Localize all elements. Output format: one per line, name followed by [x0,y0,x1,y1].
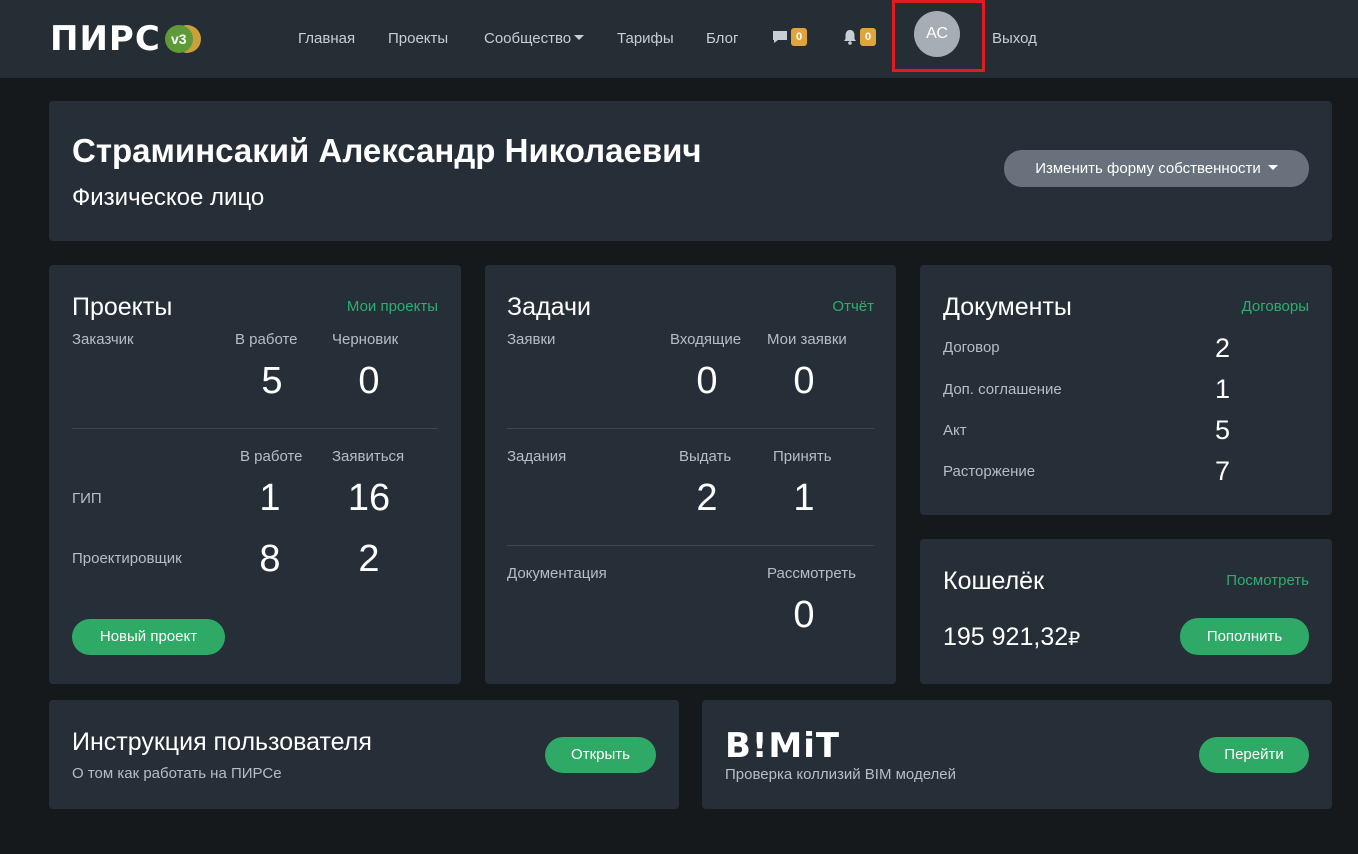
notifications-button[interactable]: 0 [842,28,877,46]
col-review-header: Рассмотреть [767,565,856,582]
nav-logout[interactable]: Выход [992,30,1037,47]
col-in-work-header: В работе [235,331,298,348]
contracts-link[interactable]: Договоры [1242,298,1309,315]
customer-label: Заказчик [72,331,134,348]
pirs-logo[interactable]: ПИРС v3 [50,22,201,56]
doc-row-value: 2 [1215,333,1231,363]
instruction-subtitle: О том как работать на ПИРСе [72,765,282,782]
doc-row-label: Доп. соглашение [943,381,1062,398]
notifications-count-badge: 0 [860,28,877,46]
avatar[interactable]: АС [914,11,960,57]
instruction-title: Инструкция пользователя [72,728,372,756]
top-up-button[interactable]: Пополнить [1180,618,1309,655]
avatar-highlight: АС [892,0,985,72]
divider [507,428,874,429]
doc-row-value: 1 [1215,374,1231,404]
col-incoming-header: Входящие [670,331,742,348]
tasks-title: Задачи [507,293,591,321]
new-project-button[interactable]: Новый проект [72,619,225,655]
open-instruction-button[interactable]: Открыть [545,737,656,773]
projects-title: Проекты [72,293,173,321]
incoming-count: 0 [696,360,718,402]
requests-label: Заявки [507,331,556,348]
gip-apply-count: 16 [347,477,391,519]
doc-row-label: Расторжение [943,463,1036,480]
my-projects-link[interactable]: Мои проекты [347,298,438,315]
ruble-icon: ₽ [1068,629,1081,650]
my-requests-count: 0 [793,360,815,402]
review-count: 0 [793,594,815,636]
documentation-label: Документация [507,565,607,582]
wallet-card: Кошелёк Посмотреть 195 921,32₽ Пополнить [920,539,1332,684]
col2-in-work-header: В работе [240,448,303,465]
logo-text: ПИРС [50,19,161,59]
customer-draft-count: 0 [358,360,380,402]
bimit-logo: B!MiT [725,726,841,766]
bimit-subtitle: Проверка коллизий BIM моделей [725,766,957,783]
top-navbar: ПИРС v3 Главная Проекты Сообщество Тариф… [0,0,1358,78]
logo-version-badge: v3 [164,25,201,53]
wallet-title: Кошелёк [943,567,1045,595]
report-link[interactable]: Отчёт [832,298,874,315]
doc-row-label: Акт [943,422,967,439]
designer-label: Проектировщик [72,550,182,567]
profile-card: Страминсакий Александр Николаевич Физиче… [49,101,1332,241]
nav-community-label: Сообщество [484,30,572,47]
col-issue-header: Выдать [679,448,732,465]
divider [507,545,874,546]
designer-in-work-count: 8 [259,538,281,580]
nav-community[interactable]: Сообщество [484,30,585,47]
col2-apply-header: Заявиться [332,448,405,465]
chevron-down-icon [574,35,585,40]
tasks-card: Задачи Отчёт Заявки Входящие Мои заявки … [485,265,896,684]
documents-card: Документы Договоры Договор 2 Доп. соглаш… [920,265,1332,515]
bell-icon [844,30,856,45]
change-ownership-button[interactable]: Изменить форму собственности [1004,150,1309,187]
go-to-bimit-button[interactable]: Перейти [1199,737,1309,773]
assignments-label: Задания [507,448,567,465]
col-accept-header: Принять [773,448,832,465]
doc-row-value: 5 [1215,415,1231,445]
chevron-down-icon [1267,165,1278,170]
issue-count: 2 [696,477,718,519]
wallet-balance-amount: 195 921,32 [943,623,1069,651]
bimit-card: B!MiT Проверка коллизий BIM моделей Пере… [702,700,1332,809]
col-draft-header: Черновик [332,331,399,348]
view-wallet-link[interactable]: Посмотреть [1226,572,1309,589]
accept-count: 1 [793,477,815,519]
nav-tariffs[interactable]: Тарифы [617,30,674,47]
gip-in-work-count: 1 [259,477,281,519]
nav-home[interactable]: Главная [298,30,355,47]
col-my-requests-header: Мои заявки [767,331,847,348]
gip-label: ГИП [72,490,102,507]
divider [72,428,438,429]
chat-icon [773,31,787,43]
customer-in-work-count: 5 [261,360,283,402]
designer-apply-count: 2 [358,538,380,580]
wallet-balance: 195 921,32₽ [943,623,1080,652]
nav-projects[interactable]: Проекты [388,30,448,47]
documents-title: Документы [943,293,1072,321]
messages-count-badge: 0 [791,28,808,46]
projects-card: Проекты Мои проекты Заказчик В работе Че… [49,265,461,684]
profile-name: Страминсакий Александр Николаевич [72,132,702,169]
doc-row-label: Договор [943,339,1000,356]
instruction-card: Инструкция пользователя О том как работа… [49,700,679,809]
nav-blog[interactable]: Блог [706,30,738,47]
profile-type: Физическое лицо [72,184,265,211]
messages-button[interactable]: 0 [771,28,808,46]
doc-row-value: 7 [1215,456,1231,486]
change-ownership-label: Изменить форму собственности [1035,160,1261,177]
